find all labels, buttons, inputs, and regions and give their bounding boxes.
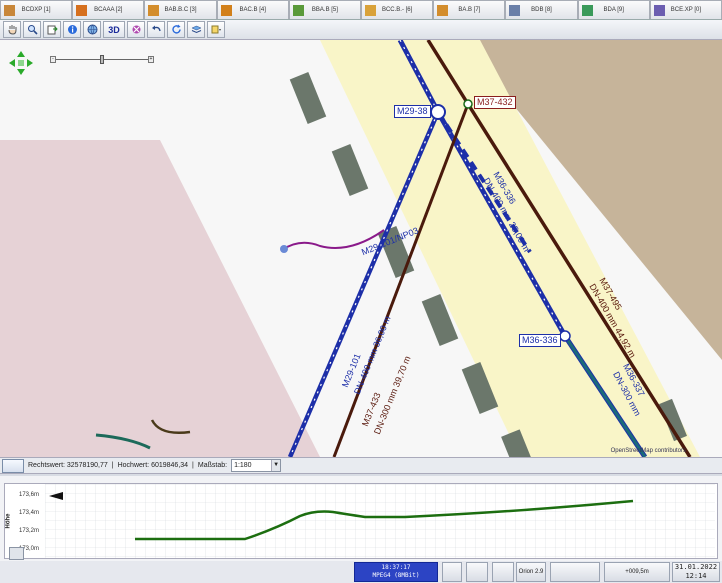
tab-7[interactable]: BA.B [7] xyxy=(433,0,506,19)
gauge-icon[interactable] xyxy=(442,562,462,582)
height-readout: +009,5m xyxy=(604,562,670,582)
date-time: 31.01.2022 12:14 xyxy=(672,562,720,582)
tab-5[interactable]: BBA.B [5] xyxy=(288,0,362,19)
tab-label: BDA [9] xyxy=(603,7,624,13)
zoom-slider[interactable]: - + xyxy=(50,55,154,64)
scale-label: Maßstab: xyxy=(197,462,228,469)
document-tab-bar: BCDXP [1] BCAAA [2] BAB.B.C [3] BAC.B [4… xyxy=(0,0,722,20)
date: 31.01.2022 xyxy=(674,563,718,571)
tag-icon xyxy=(437,5,449,16)
rechtswert-readout: Rechtswert: 32578190,77 xyxy=(28,462,108,469)
orion-version: Orion 2.9 xyxy=(516,562,546,582)
camera-icon[interactable] xyxy=(550,562,600,582)
layers-icon[interactable] xyxy=(187,21,205,38)
pen-icon xyxy=(76,5,88,16)
height-profile-chart[interactable]: Höhe 173,6m 173,4m 173,2m 173,0m xyxy=(4,483,718,560)
node-label[interactable]: M36-336 xyxy=(519,334,561,347)
info-icon[interactable] xyxy=(63,21,81,38)
tab-label: BAB.B.C [3] xyxy=(164,7,197,13)
image-icon xyxy=(581,5,593,16)
tab-1[interactable]: BCDXP [1] xyxy=(0,0,73,19)
hochwert-readout: Hochwert: 6019846,34 xyxy=(117,462,189,469)
tab-label: BCDXP [1] xyxy=(21,7,51,13)
map-toolbar: 3D xyxy=(0,20,722,40)
scale-value: 1:180 xyxy=(234,462,252,469)
chevron-down-icon[interactable]: ▼ xyxy=(271,460,281,471)
layers-icon xyxy=(220,5,232,16)
wrench-icon[interactable] xyxy=(9,547,24,560)
edit-icon xyxy=(509,5,521,16)
magnifier-icon[interactable] xyxy=(23,21,41,38)
recording-clock[interactable]: 18:37:17 MPEG4 (8MBit) xyxy=(354,562,438,582)
tab-10[interactable]: BCE.XP [0] xyxy=(649,0,722,19)
profile-toggle-icon[interactable] xyxy=(2,458,24,473)
coordinate-status-bar: Rechtswert: 32578190,77 | Hochwert: 6019… xyxy=(0,457,722,474)
tab-label: BCE.XP [0] xyxy=(670,7,702,13)
undo-icon[interactable] xyxy=(147,21,165,38)
globe-icon[interactable] xyxy=(83,21,101,38)
monitor-icon[interactable] xyxy=(492,562,514,582)
tab-4[interactable]: BAC.B [4] xyxy=(216,0,289,19)
tab-3[interactable]: BAB.B.C [3] xyxy=(144,0,217,19)
height-profile-panel: Höhe 173,6m 173,4m 173,2m 173,0m xyxy=(0,476,722,561)
y-tick: 173,4m xyxy=(19,510,40,516)
compass-icon[interactable] xyxy=(466,562,488,582)
parcel-area xyxy=(0,140,320,457)
status-taskbar: 18:37:17 MPEG4 (8MBit) Orion 2.9 +009,5m… xyxy=(0,561,722,583)
node-label[interactable]: M37-432 xyxy=(474,96,516,109)
tab-label: BCC.B.- [6] xyxy=(381,7,413,13)
tab-label: BA.B [7] xyxy=(458,7,481,13)
tab-label: BBA.B [5] xyxy=(311,7,338,13)
node-label[interactable]: M29-38 xyxy=(394,105,431,118)
clock-time: 18:37:17 xyxy=(381,564,411,571)
zoom-in-button[interactable]: + xyxy=(148,56,154,63)
document-icon xyxy=(4,5,15,16)
axis-title: Höhe xyxy=(5,513,12,529)
dropdown-icon[interactable] xyxy=(207,21,225,38)
separator: | xyxy=(111,462,114,469)
pan-control[interactable] xyxy=(8,50,34,76)
tab-9[interactable]: BDA [9] xyxy=(577,0,650,19)
clock-codec: MPEG4 (8MBit) xyxy=(372,572,420,579)
book-icon xyxy=(653,5,665,16)
map-attribution[interactable]: OpenStreetMap contributors xyxy=(611,448,686,454)
y-tick: 173,6m xyxy=(19,492,40,498)
pencil-icon xyxy=(365,5,377,16)
tab-label: BCAAA [2] xyxy=(94,7,123,13)
tab-2[interactable]: BCAAA [2] xyxy=(72,0,145,19)
pan-arrows-icon[interactable] xyxy=(8,50,34,76)
tab-label: BAC.B [4] xyxy=(239,7,266,13)
y-tick: 173,2m xyxy=(19,528,40,534)
puzzle-icon xyxy=(292,5,304,16)
profile-plot xyxy=(45,484,715,558)
hand-icon[interactable] xyxy=(3,21,21,38)
map-canvas[interactable]: - + M29-38 M37-432 M36-336 M29-101/NP03 … xyxy=(0,40,722,457)
refresh-icon[interactable] xyxy=(167,21,185,38)
3d-view-button[interactable]: 3D xyxy=(103,21,125,38)
scale-select[interactable]: 1:180 ▼ xyxy=(231,459,282,472)
export-icon[interactable] xyxy=(43,21,61,38)
zoom-thumb[interactable] xyxy=(100,55,104,64)
tab-6[interactable]: BCC.B.- [6] xyxy=(361,0,434,19)
tag-icon xyxy=(148,5,160,16)
tab-label: BDB [8] xyxy=(531,7,552,13)
tools-icon[interactable] xyxy=(127,21,145,38)
time: 12:14 xyxy=(685,572,707,580)
tab-8[interactable]: BDB [8] xyxy=(505,0,578,19)
separator: | xyxy=(192,462,194,469)
